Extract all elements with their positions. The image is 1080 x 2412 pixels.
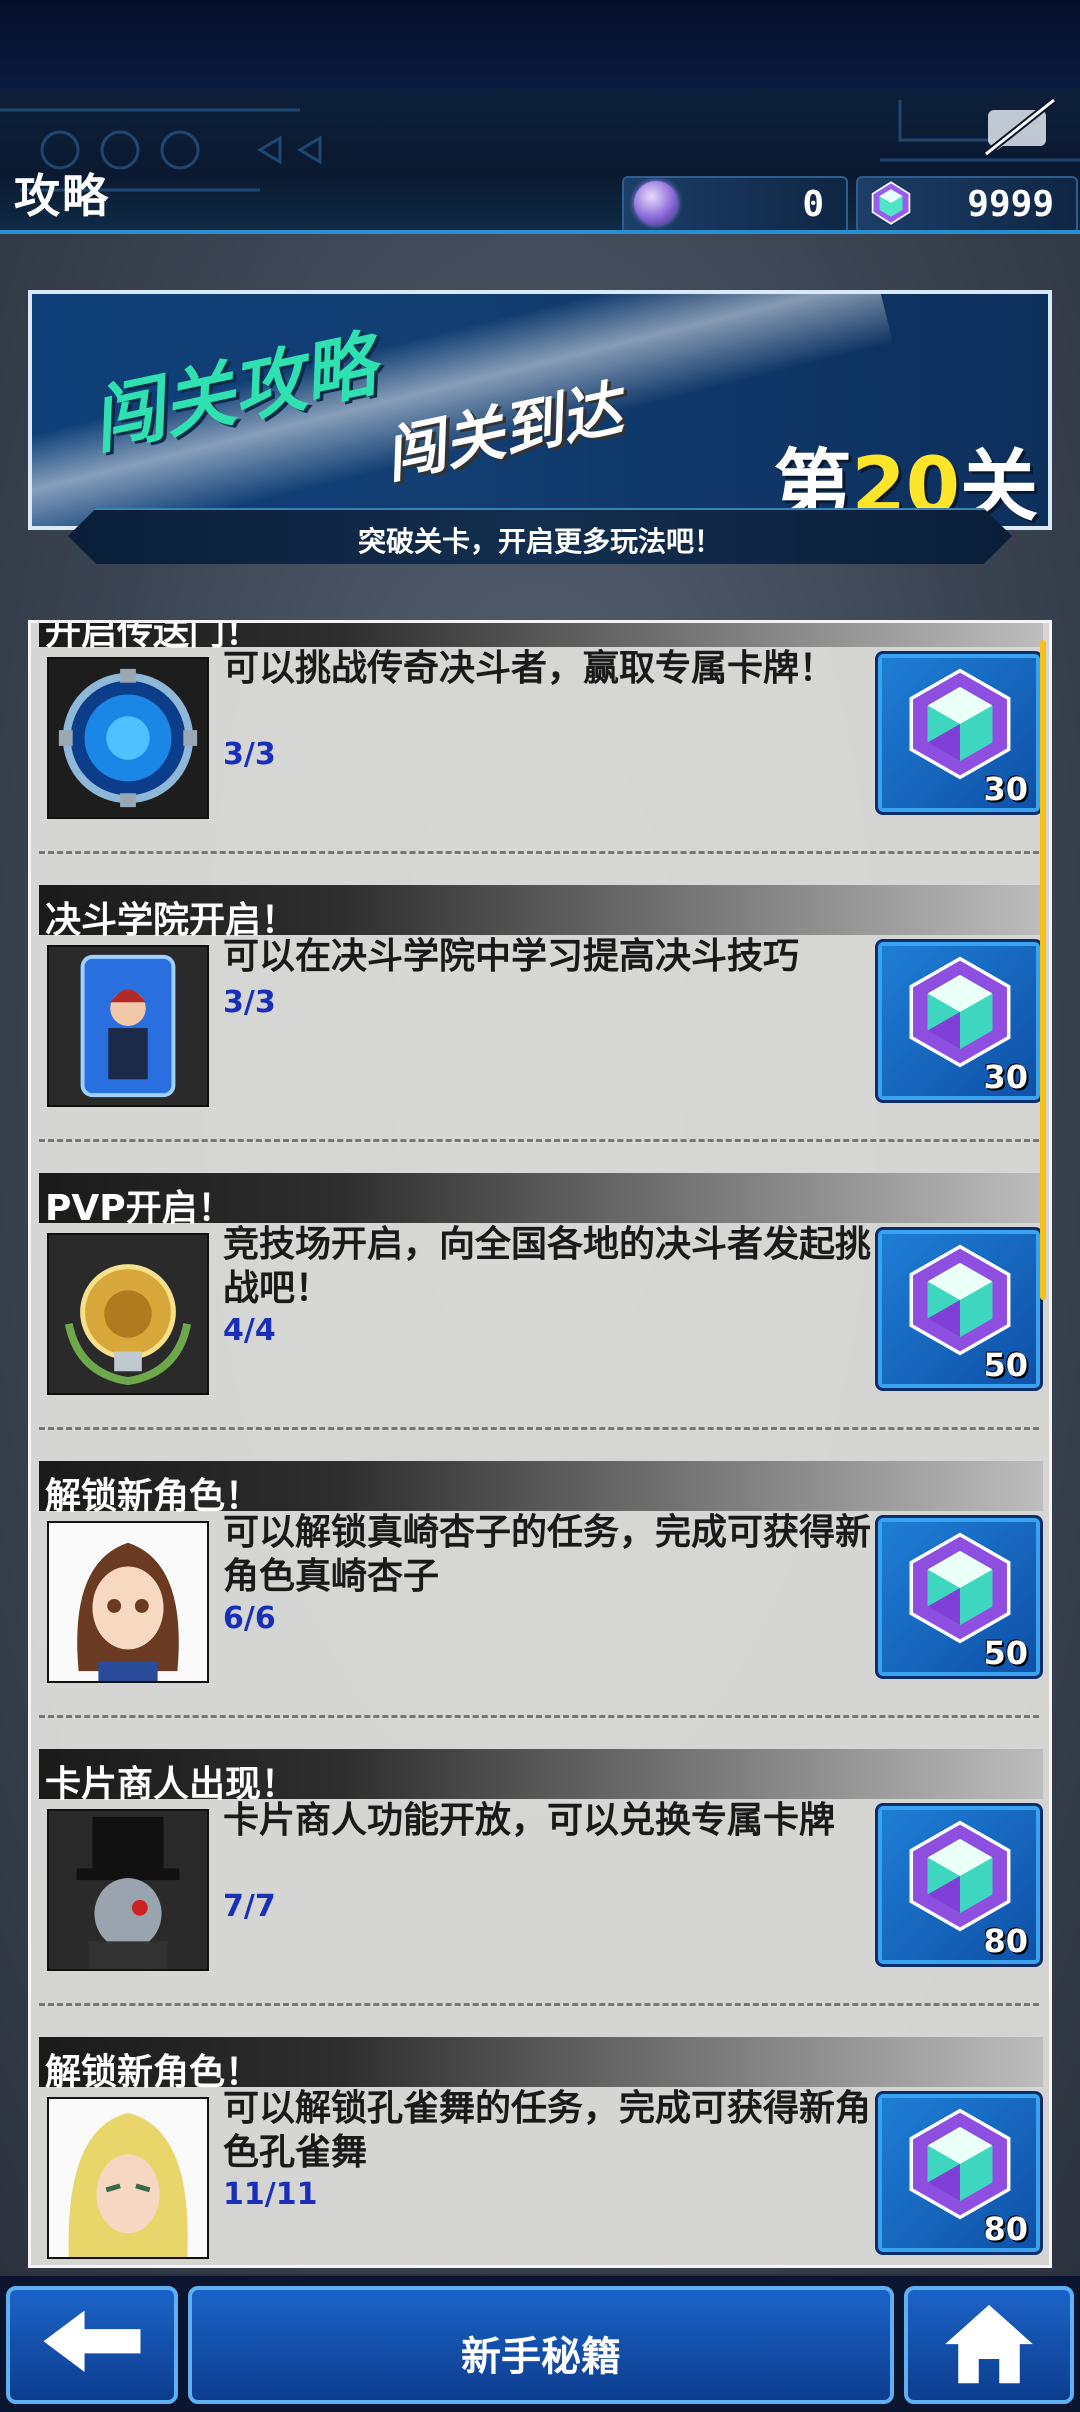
portal-icon [47,657,209,819]
item-divider [39,851,1039,854]
banner-caption: 突破关卡，开启更多玩法吧！ [357,525,722,558]
gem-currency[interactable]: 9999 [856,176,1078,230]
home-button[interactable] [904,2286,1074,2404]
item-description: 竞技场开启，向全国各地的决斗者发起挑战吧！ [223,1224,872,1309]
top-header: 攻略 0 9999 [0,90,1080,234]
list-scrollbar[interactable] [1040,640,1046,1300]
gem-icon [909,1244,1011,1356]
item-progress: 3/3 [223,985,276,1020]
orb-count: 0 [802,184,824,225]
item-divider [39,1427,1039,1430]
reward-button[interactable]: 80 [875,2091,1043,2255]
gem-count: 9999 [967,184,1054,225]
reward-count: 50 [983,1346,1028,1384]
gem-icon [909,956,1011,1068]
reward-button[interactable]: 80 [875,1803,1043,1967]
back-arrow-icon [43,2310,141,2373]
list-item[interactable]: 卡片商人出现！ 卡片商人功能开放，可以兑换专属卡牌 7/7 80 [31,1749,1049,2037]
gem-icon [909,2108,1011,2220]
back-button[interactable] [6,2286,178,2404]
item-title: PVP开启！ [45,1188,234,1229]
list-item[interactable]: 解锁新角色！ 可以解锁孔雀舞的任务，完成可获得新角色孔雀舞 11/11 80 [31,2037,1049,2265]
reward-count: 80 [983,2210,1028,2248]
item-description: 可以解锁真崎杏子的任务，完成可获得新角色真崎杏子 [223,1512,872,1597]
card-merchant-portrait [47,1809,209,1971]
item-divider [39,1715,1039,1718]
reward-count: 80 [983,1922,1028,1960]
lion-emblem-icon [47,1233,209,1395]
item-progress: 6/6 [223,1601,276,1636]
item-header: 开启传送门！ [39,623,1043,653]
reward-button[interactable]: 50 [875,1515,1043,1679]
hide-ui-icon[interactable] [982,96,1058,158]
item-progress: 3/3 [223,737,276,772]
reward-count: 30 [983,770,1028,808]
page-title: 攻略 [14,169,110,223]
gem-icon [909,1532,1011,1644]
item-description: 可以在决斗学院中学习提高决斗技巧 [223,936,800,977]
reward-button[interactable]: 30 [875,651,1043,815]
orb-icon [634,181,678,225]
item-progress: 4/4 [223,1313,276,1348]
item-header: 解锁新角色！ [39,1461,1043,1517]
home-icon [945,2304,1033,2384]
status-bar [0,0,1080,90]
item-divider [39,2003,1039,2006]
item-description: 可以挑战传奇决斗者，赢取专属卡牌！ [223,648,836,689]
gem-icon [909,668,1011,780]
banner-caption-bar: 突破关卡，开启更多玩法吧！ [68,508,1012,564]
item-progress: 7/7 [223,1889,276,1924]
progress-banner: 闯关攻略 闯关到达 第20关 [28,290,1052,530]
reward-count: 50 [983,1634,1028,1672]
item-header: 解锁新角色！ [39,2037,1043,2093]
gem-icon [871,181,911,225]
gem-icon [909,1820,1011,1932]
item-progress: 11/11 [223,2177,318,2212]
item-description: 可以解锁孔雀舞的任务，完成可获得新角色孔雀舞 [223,2088,872,2173]
academy-card-icon [47,945,209,1107]
character-portrait [47,1521,209,1683]
reward-button[interactable]: 50 [875,1227,1043,1391]
orb-currency[interactable]: 0 [622,176,848,230]
beginner-guide-label: 新手秘籍 [461,2334,621,2380]
reward-count: 30 [983,1058,1028,1096]
character-portrait [47,2097,209,2259]
item-divider [39,1139,1039,1142]
beginner-guide-button[interactable]: 新手秘籍 [188,2286,894,2404]
list-item[interactable]: 开启传送门！ 可以挑战传奇决斗者，赢取专属卡牌！ 3/3 30 [31,623,1049,885]
item-header: PVP开启！ [39,1173,1043,1229]
list-item[interactable]: 决斗学院开启！ 可以在决斗学院中学习提高决斗技巧 3/3 30 [31,885,1049,1173]
reward-button[interactable]: 30 [875,939,1043,1103]
item-header: 决斗学院开启！ [39,885,1043,941]
bottom-navigation: 新手秘籍 [0,2276,1080,2412]
guide-list[interactable]: 开启传送门！ 可以挑战传奇决斗者，赢取专属卡牌！ 3/3 30 决斗学院开启！ [28,620,1052,2268]
list-item[interactable]: 解锁新角色！ 可以解锁真崎杏子的任务，完成可获得新角色真崎杏子 6/6 50 [31,1461,1049,1749]
item-description: 卡片商人功能开放，可以兑换专属卡牌 [223,1800,836,1841]
item-header: 卡片商人出现！ [39,1749,1043,1805]
list-item[interactable]: PVP开启！ 竞技场开启，向全国各地的决斗者发起挑战吧！ 4/4 50 [31,1173,1049,1461]
